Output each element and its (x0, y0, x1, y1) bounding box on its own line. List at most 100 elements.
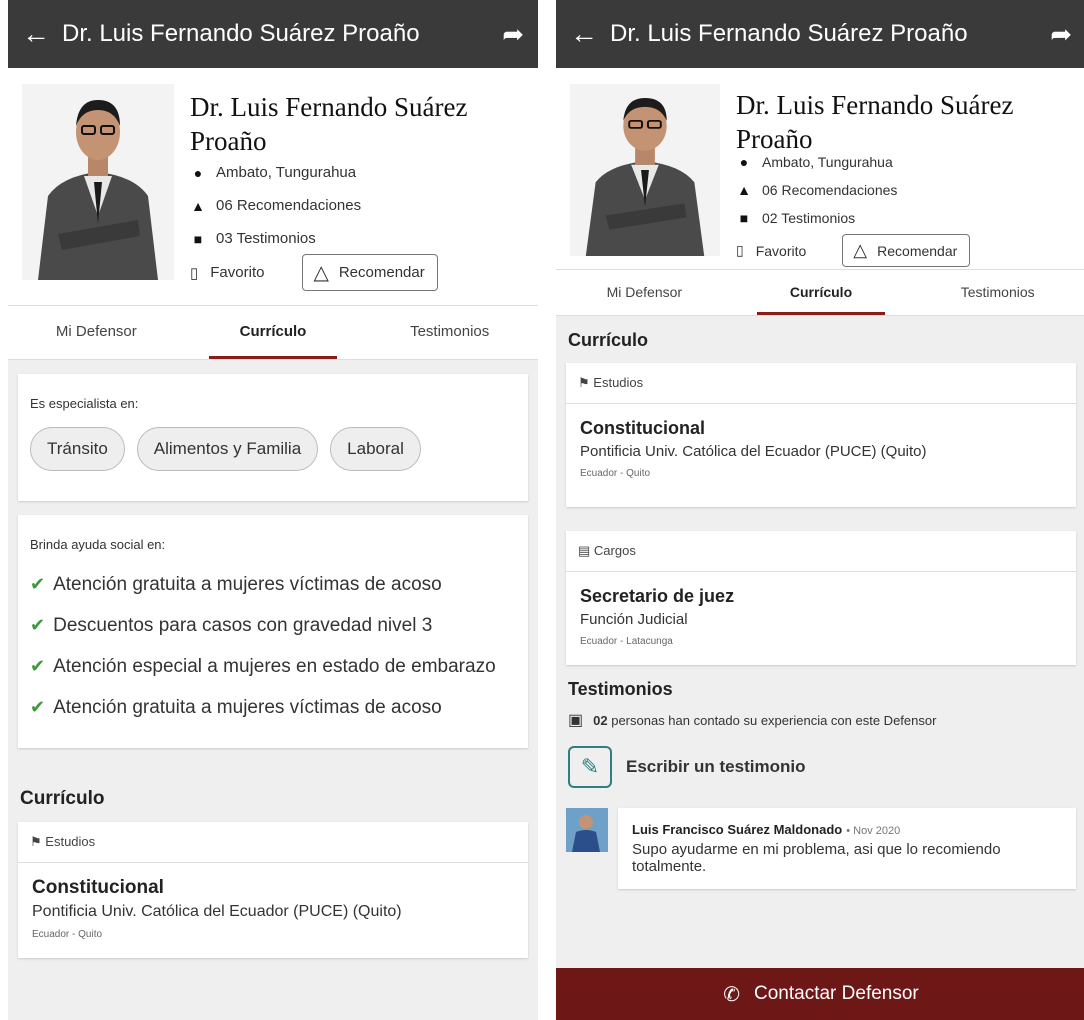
favorite-button[interactable]: ▯ Favorito (190, 264, 264, 282)
comment-star-icon: ▣ (568, 712, 584, 729)
arrow-left-icon[interactable]: ← (22, 18, 62, 50)
check-icon: ✔ (30, 656, 46, 676)
comment-icon: ■ (193, 230, 203, 247)
location-pin-icon: ● (193, 164, 203, 181)
social-item-text: Atención gratuita a mujeres víctimas de … (53, 574, 442, 595)
thumbs-up-icon: ▲ (191, 197, 205, 214)
bookmark-icon: ▯ (736, 242, 744, 258)
study-title: Constitucional (580, 418, 705, 438)
study-institution: Pontificia Univ. Católica del Ecuador (P… (32, 903, 402, 920)
contact-button[interactable]: ✆ Contactar Defensor (556, 968, 1084, 1020)
app-bar: ← Dr. Luis Fernando Suárez Proaño ➦ (8, 0, 538, 68)
review-item: Luis Francisco Suárez Maldonado • Nov 202… (556, 798, 1084, 899)
recommendations-text: 06 Recomendaciones (762, 182, 898, 198)
study-entry: Constitucional Pontificia Univ. Católica… (18, 863, 528, 958)
favorite-label: Favorito (210, 264, 265, 281)
briefcase-icon: ▤ (578, 543, 591, 558)
profile-tabs: Mi Defensor Currículo Testimonios (556, 270, 1084, 316)
specialist-card: Es especialista en: Tránsito Alimentos y… (18, 374, 528, 501)
check-icon: ✔ (30, 574, 46, 594)
graduation-cap-icon: ⚑ (30, 834, 42, 849)
profile-photo (22, 84, 174, 280)
favorite-button[interactable]: ▯ Favorito (736, 242, 806, 259)
social-item-text: Atención especial a mujeres en estado de… (53, 656, 496, 677)
app-bar-title: Dr. Luis Fernando Suárez Proaño (610, 20, 968, 47)
social-item: ✔ Atención especial a mujeres en estado d… (30, 646, 516, 687)
tab-testimonios[interactable]: Testimonios (361, 306, 538, 359)
review-date: • Nov 2020 (846, 825, 901, 837)
studies-header: ⚑ Estudios (566, 363, 1076, 404)
location-row: ● Ambato, Tungurahua (736, 154, 893, 170)
reviewer-name: Luis Francisco Suárez Maldonado (632, 822, 843, 837)
tab-testimonios[interactable]: Testimonios (909, 270, 1084, 315)
social-item: ✔ Atención gratuita a mujeres víctimas de… (30, 564, 516, 605)
thumbs-up-outline-icon: △ (313, 262, 329, 284)
job-entry: Secretario de juez Función Judicial Ecua… (566, 572, 1076, 665)
studies-card: ⚑ Estudios Constitucional Pontificia Uni… (18, 822, 528, 958)
arrow-left-icon[interactable]: ← (570, 18, 610, 50)
curriculo-section-title: Currículo (568, 330, 649, 350)
recommend-label: Recomendar (338, 264, 425, 281)
jobs-card: ▤ Cargos Secretario de juez Función Judi… (566, 531, 1076, 665)
job-institution: Función Judicial (580, 611, 688, 628)
recommendations-text: 06 Recomendaciones (216, 197, 362, 214)
social-item-text: Atención gratuita a mujeres víctimas de … (53, 697, 442, 718)
tab-mi-defensor[interactable]: Mi Defensor (556, 270, 733, 315)
tab-curriculo[interactable]: Currículo (185, 306, 362, 359)
testimonials-row: ■ 02 Testimonios (736, 210, 855, 226)
share-icon[interactable]: ➦ (1050, 19, 1072, 50)
specialty-chips: Tránsito Alimentos y Familia Laboral (18, 423, 528, 501)
location-pin-icon: ● (739, 154, 749, 170)
study-location: Ecuador - Quito (32, 929, 103, 940)
testimonials-text: 03 Testimonios (216, 230, 316, 247)
app-bar-title: Dr. Luis Fernando Suárez Proaño (62, 20, 420, 47)
studies-label: Estudios (45, 834, 96, 849)
profile-name: Dr. Luis Fernando Suárez Proaño (736, 90, 1014, 154)
recommend-label: Recomendar (877, 242, 958, 259)
profile-photo (570, 84, 720, 256)
recommend-button[interactable]: △ Recomendar (302, 254, 438, 291)
recommend-button[interactable]: △ Recomendar (842, 234, 971, 267)
screen-right: ← Dr. Luis Fernando Suárez Proaño ➦ Dr. … (556, 0, 1084, 1020)
graduation-cap-icon: ⚑ (578, 375, 590, 390)
social-card: Brinda ayuda social en: ✔ Atención gratui… (18, 515, 528, 748)
comment-icon: ■ (739, 210, 749, 226)
profile-tabs: Mi Defensor Currículo Testimonios (8, 306, 538, 360)
profile-header: Dr. Luis Fernando Suárez Proaño ● Ambato… (8, 68, 538, 306)
specialty-chip[interactable]: Laboral (330, 427, 421, 471)
reviewer-avatar (566, 808, 608, 852)
contact-label: Contactar Defensor (754, 983, 919, 1004)
profile-header: Dr. Luis Fernando Suárez Proaño ● Ambato… (556, 68, 1084, 270)
review-card: Luis Francisco Suárez Maldonado • Nov 202… (618, 808, 1076, 889)
specialist-label: Es especialista en: (30, 396, 139, 411)
studies-label: Estudios (593, 375, 644, 390)
bookmark-icon: ▯ (190, 264, 199, 282)
thumbs-up-icon: ▲ (737, 182, 751, 198)
studies-card: ⚑ Estudios Constitucional Pontificia Uni… (566, 363, 1076, 507)
actions-row: ▯ Favorito △ Recomendar (736, 234, 971, 267)
tab-mi-defensor[interactable]: Mi Defensor (8, 306, 185, 359)
tab-curriculo[interactable]: Currículo (733, 270, 910, 315)
specialty-chip[interactable]: Alimentos y Familia (136, 427, 319, 471)
location-text: Ambato, Tungurahua (762, 154, 893, 170)
screen-left: ← Dr. Luis Fernando Suárez Proaño ➦ Dr. … (8, 0, 538, 1020)
specialty-chip[interactable]: Tránsito (30, 427, 125, 471)
share-icon[interactable]: ➦ (502, 19, 524, 50)
social-list: ✔ Atención gratuita a mujeres víctimas de… (18, 560, 528, 748)
social-item-text: Descuentos para casos con gravedad nivel… (53, 615, 433, 636)
jobs-header: ▤ Cargos (566, 531, 1076, 572)
edit-pencil-icon: ✎ (568, 746, 612, 788)
recommendations-row: ▲ 06 Recomendaciones (190, 197, 361, 214)
testimonials-text: 02 Testimonios (762, 210, 856, 226)
curriculo-section-title: Currículo (20, 788, 105, 809)
testimonial-count-text: personas han contado su experiencia con … (611, 712, 937, 728)
profile-name: Dr. Luis Fernando Suárez Proaño (190, 92, 468, 156)
check-icon: ✔ (30, 697, 46, 717)
write-testimonial-button[interactable]: ✎ Escribir un testimonio (556, 736, 1084, 798)
study-title: Constitucional (32, 877, 164, 898)
write-testimonial-label: Escribir un testimonio (626, 757, 806, 776)
testimonial-count: 02 (593, 712, 608, 728)
study-entry: Constitucional Pontificia Univ. Católica… (566, 404, 1076, 507)
social-item: ✔ Descuentos para casos con gravedad nive… (30, 605, 516, 646)
social-label: Brinda ayuda social en: (30, 537, 166, 552)
